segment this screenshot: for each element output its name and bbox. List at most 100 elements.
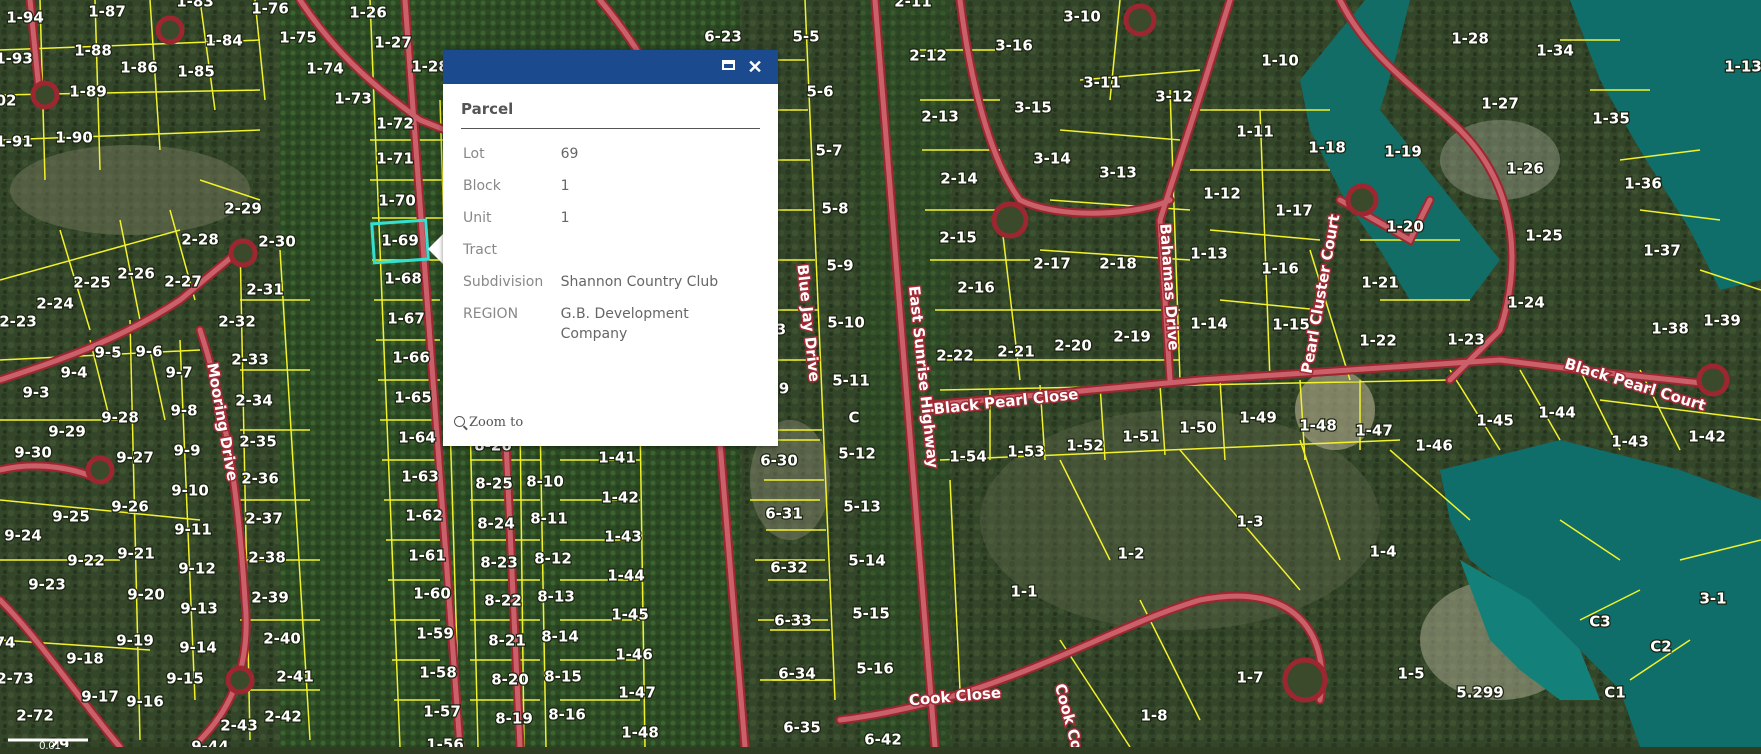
lot-label: 8-25 [475, 475, 513, 493]
lot-label: 2-26 [117, 265, 155, 283]
lot-label: 9-18 [66, 650, 104, 668]
lot-label: 1-27 [374, 34, 412, 52]
lot-label: 1-49 [1239, 409, 1277, 427]
lot-label: 1-47 [1355, 422, 1393, 440]
lot-label: 5-14 [848, 552, 886, 570]
zoom-to-link[interactable]: Zoom to [454, 415, 523, 430]
lot-label: 6-30 [760, 452, 798, 470]
lot-label: 2-22 [936, 347, 974, 365]
lot-label: 6-31 [765, 505, 803, 523]
lot-label: 1-45 [1476, 412, 1514, 430]
lot-label: 3-14 [1033, 150, 1071, 168]
lot-label: 1-23 [1447, 331, 1485, 349]
cul-de-sac [225, 665, 255, 695]
lot-label: 2-28 [181, 231, 219, 249]
lot-label: 1-51 [1122, 428, 1160, 446]
lot-label: 2-35 [239, 433, 277, 451]
lot-label: 1-83 [176, 0, 214, 11]
cul-de-sac [30, 80, 60, 110]
lot-label: 3-13 [1099, 164, 1137, 182]
lot-label: 1-56 [426, 736, 464, 748]
lot-label: 8-22 [484, 592, 522, 610]
lot-label: 1-28 [1451, 30, 1489, 48]
lot-label: 9-8 [170, 402, 197, 420]
lot-label: 1-47 [618, 684, 656, 702]
lot-label: 1-8 [1140, 707, 1167, 725]
lot-label: 1-52 [1066, 437, 1104, 455]
lot-label: 2-38 [248, 549, 286, 567]
lot-label: 1-93 [0, 50, 33, 68]
lot-label: 9 [779, 380, 789, 398]
lot-label: 8-15 [544, 668, 582, 686]
maximize-icon[interactable] [718, 57, 738, 77]
lot-label: 1-1 [1010, 583, 1037, 601]
lot-label: 8-16 [548, 706, 586, 724]
lot-label: 5-9 [826, 257, 853, 275]
lot-label: 6-23 [704, 28, 742, 46]
lot-label: 02 [0, 92, 16, 110]
lot-label: 1-43 [604, 528, 642, 546]
popup-title: Parcel [461, 100, 760, 129]
attribute-key: Tract [463, 242, 498, 258]
lot-label: 9-13 [180, 600, 218, 618]
lot-label: 2-13 [921, 108, 959, 126]
lot-label: 1-58 [419, 664, 457, 682]
lot-label: 9-30 [14, 444, 52, 462]
lot-label: 1-20 [1386, 218, 1424, 236]
popup-body: Parcel Lot 69 Block 1 Unit 1 Tract Subdivis… [443, 84, 778, 351]
attribute-value: 1 [560, 210, 570, 226]
lot-label: 2-16 [957, 279, 995, 297]
lot-label: 6-42 [864, 731, 902, 748]
lot-label: 9-17 [81, 688, 119, 706]
lot-label: 1-91 [0, 133, 33, 151]
lot-label: 2-20 [1054, 337, 1092, 355]
lot-label: 5-15 [852, 605, 890, 623]
lot-label: 1-4 [1369, 543, 1396, 561]
lot-label: 2-27 [164, 273, 202, 291]
attribute-row: Lot 69 [461, 139, 760, 171]
lot-label: 6-35 [783, 719, 821, 737]
lot-label: 1-84 [205, 32, 243, 50]
lot-label: 9-6 [135, 343, 162, 361]
lot-label: 1-45 [611, 606, 649, 624]
lot-label: 1-48 [621, 724, 659, 742]
lot-label: 2-15 [939, 229, 977, 247]
attribute-key: Subdivision [463, 274, 544, 290]
lot-label: 2-33 [231, 351, 269, 369]
lot-label: 1-64 [398, 429, 436, 447]
lot-label: 5-12 [838, 445, 876, 463]
lot-label: 5-7 [815, 142, 842, 160]
lot-label: 1-41 [598, 449, 636, 467]
lot-label: 5-8 [821, 200, 848, 218]
cul-de-sac [155, 15, 185, 45]
lot-label: 1-86 [120, 59, 158, 77]
lot-label: 8-13 [537, 588, 575, 606]
lot-label: 1-35 [1592, 110, 1630, 128]
lot-label: 1-60 [413, 585, 451, 603]
lot-label: C2 [1650, 638, 1671, 656]
cul-de-sac [1345, 183, 1379, 217]
lot-label: 1-21 [1361, 274, 1399, 292]
lot-label: 1-36 [1624, 175, 1662, 193]
lot-label: 1-46 [1415, 437, 1453, 455]
lot-label: 2-42 [264, 708, 302, 726]
cul-de-sac [85, 455, 115, 485]
parcel-map[interactable]: 1-94 1-87 1-83 1-76 1-26 1-27 1-28 1-75 … [0, 0, 1761, 747]
lot-label: 1-62 [405, 507, 443, 525]
lot-label: 2-12 [909, 47, 947, 65]
lot-label: 1-65 [394, 389, 432, 407]
lot-label: 1-85 [177, 63, 215, 81]
lot-label: 9-44 [191, 738, 229, 748]
lot-label: 1-90 [55, 129, 93, 147]
attribute-row: Unit 1 [461, 203, 760, 235]
lot-label: 2-39 [251, 589, 289, 607]
lot-label: 1-11 [1236, 123, 1274, 141]
lot-label: 2-25 [73, 274, 111, 292]
attribute-row: Subdivision Shannon Country Club [461, 267, 760, 299]
attribute-table: Lot 69 Block 1 Unit 1 Tract Subdivision Shan… [461, 139, 760, 351]
lot-label: 1-10 [1261, 52, 1299, 70]
lot-label: 9-15 [166, 670, 204, 688]
cul-de-sac [228, 238, 258, 268]
cul-de-sac [1696, 363, 1730, 397]
close-icon[interactable]: ✕ [745, 57, 765, 77]
